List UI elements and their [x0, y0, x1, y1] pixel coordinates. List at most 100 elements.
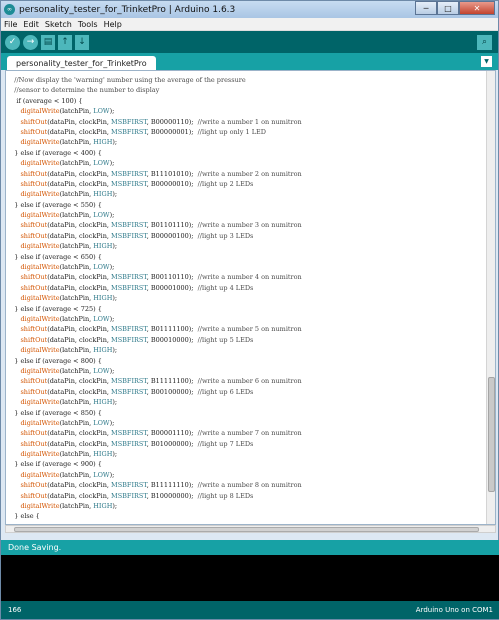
- code-token: } else if (average < 400) {: [6, 148, 102, 157]
- minimize-button[interactable]: ─: [415, 1, 437, 15]
- code-line[interactable]: digitalWrite(latchPin, HIGH);: [6, 293, 485, 303]
- code-line[interactable]: } else if (average < 800) {: [6, 356, 485, 366]
- code-line[interactable]: shiftOut(dataPin, clockPin, MSBFIRST, B0…: [6, 231, 485, 241]
- code-editor[interactable]: //Now display the 'warning' number using…: [5, 70, 496, 525]
- save-sketch-button[interactable]: ↓: [75, 34, 89, 50]
- code-line[interactable]: digitalWrite(latchPin, LOW);: [6, 210, 485, 220]
- code-line[interactable]: } else if (average < 400) {: [6, 148, 485, 158]
- code-token: , B11111110);: [146, 481, 198, 490]
- arduino-ide-window: ∞ personality_tester_for_TrinketPro | Ar…: [0, 0, 499, 620]
- horizontal-scrollbar[interactable]: [5, 525, 496, 533]
- code-line[interactable]: } else if (average < 900) {: [6, 459, 485, 469]
- code-line[interactable]: shiftOut(dataPin, clockPin, MSBFIRST, B1…: [6, 169, 485, 179]
- code-line[interactable]: digitalWrite(latchPin, LOW);: [6, 366, 485, 376]
- code-token: (dataPin, clockPin,: [47, 127, 112, 136]
- code-token: (dataPin, clockPin,: [47, 231, 112, 240]
- code-token: } else {: [6, 512, 40, 521]
- code-line[interactable]: shiftOut(dataPin, clockPin, MSBFIRST, B0…: [6, 127, 485, 137]
- code-line[interactable]: shiftOut(dataPin, clockPin, MSBFIRST, B0…: [6, 439, 485, 449]
- code-line[interactable]: shiftOut(dataPin, clockPin, MSBFIRST, B0…: [6, 117, 485, 127]
- code-line[interactable]: digitalWrite(latchPin, LOW);: [6, 158, 485, 168]
- code-line[interactable]: shiftOut(dataPin, clockPin, MSBFIRST, B1…: [6, 376, 485, 386]
- code-line[interactable]: } else {: [6, 511, 485, 521]
- code-line[interactable]: shiftOut(dataPin, clockPin, MSBFIRST, B1…: [6, 491, 485, 501]
- code-line[interactable]: digitalWrite(latchPin, LOW);: [6, 262, 485, 272]
- window-title: personality_tester_for_TrinketPro | Ardu…: [19, 4, 236, 15]
- vertical-scrollbar[interactable]: [486, 71, 495, 524]
- code-token: );: [109, 418, 115, 427]
- code-line[interactable]: shiftOut(dataPin, clockPin, MSBFIRST, B0…: [6, 283, 485, 293]
- code-line[interactable]: } else if (average < 850) {: [6, 408, 485, 418]
- code-line[interactable]: shiftOut(dataPin, clockPin, MSBFIRST, B1…: [6, 480, 485, 490]
- code-token: (dataPin, clockPin,: [47, 179, 112, 188]
- tab-menu-icon[interactable]: ▼: [481, 56, 492, 67]
- code-line[interactable]: } else if (average < 650) {: [6, 252, 485, 262]
- code-line[interactable]: digitalWrite(latchPin, LOW);: [6, 418, 485, 428]
- code-token: digitalWrite: [20, 263, 60, 272]
- vertical-scroll-thumb[interactable]: [488, 377, 495, 492]
- tab-sketch[interactable]: personality_tester_for_TrinketPro: [7, 56, 156, 70]
- code-line[interactable]: if (average < 100) {: [6, 96, 485, 106]
- code-line[interactable]: digitalWrite(latchPin, HIGH);: [6, 137, 485, 147]
- code-token: } else if (average < 550) {: [6, 200, 102, 209]
- code-line[interactable]: shiftOut(dataPin, clockPin, MSBFIRST, B0…: [6, 179, 485, 189]
- code-line[interactable]: digitalWrite(latchPin, LOW);: [6, 314, 485, 324]
- console-output[interactable]: [1, 555, 499, 601]
- code-token: MSBFIRST: [111, 221, 147, 230]
- code-line[interactable]: digitalWrite(latchPin, HIGH);: [6, 397, 485, 407]
- code-token: digitalWrite: [20, 470, 60, 479]
- maximize-button[interactable]: □: [437, 1, 459, 15]
- menu-edit[interactable]: Edit: [23, 20, 39, 29]
- code-token: digitalWrite: [20, 159, 60, 168]
- code-line[interactable]: shiftOut(dataPin, clockPin, MSBFIRST, B0…: [6, 335, 485, 345]
- code-line[interactable]: digitalWrite(latchPin, HIGH);: [6, 241, 485, 251]
- code-line[interactable]: digitalWrite(latchPin, HIGH);: [6, 345, 485, 355]
- code-line[interactable]: digitalWrite(latchPin, HIGH);: [6, 449, 485, 459]
- code-line[interactable]: shiftOut(dataPin, clockPin, MSBFIRST, B0…: [6, 272, 485, 282]
- code-line[interactable]: digitalWrite(latchPin, HIGH);: [6, 501, 485, 511]
- code-token: , B01101110);: [146, 221, 198, 230]
- menu-file[interactable]: File: [4, 20, 17, 29]
- line-number: 166: [8, 606, 22, 614]
- code-token: , B00010000);: [146, 335, 198, 344]
- new-sketch-button[interactable]: ▤: [41, 34, 55, 50]
- horizontal-scroll-thumb[interactable]: [14, 527, 479, 532]
- code-line[interactable]: //Now display the 'warning' number using…: [6, 75, 485, 85]
- code-line[interactable]: } else if (average < 550) {: [6, 200, 485, 210]
- code-text[interactable]: //Now display the 'warning' number using…: [6, 75, 485, 524]
- code-token: shiftOut: [20, 429, 48, 438]
- code-token: HIGH: [93, 294, 113, 303]
- code-line[interactable]: shiftOut(dataPin, clockPin, MSBFIRST, B0…: [6, 324, 485, 334]
- code-token: //light up 4 LEDs: [197, 283, 254, 292]
- code-line[interactable]: } else if (average < 725) {: [6, 304, 485, 314]
- code-token: shiftOut: [20, 127, 48, 136]
- code-line[interactable]: digitalWrite(latchPin, LOW);: [6, 470, 485, 480]
- code-line[interactable]: digitalWrite(latchPin, HIGH);: [6, 189, 485, 199]
- code-token: (latchPin,: [59, 211, 94, 220]
- code-line[interactable]: digitalWrite(latchPin, LOW);: [6, 106, 485, 116]
- open-sketch-button[interactable]: ↑: [58, 34, 72, 50]
- code-token: (dataPin, clockPin,: [47, 221, 112, 230]
- menu-help[interactable]: Help: [104, 20, 122, 29]
- serial-monitor-button[interactable]: ⌕: [477, 34, 492, 50]
- code-line[interactable]: shiftOut(dataPin, clockPin, MSBFIRST, B0…: [6, 387, 485, 397]
- code-line[interactable]: shiftOut(dataPin, clockPin, MSBFIRST, B0…: [6, 428, 485, 438]
- code-token: digitalWrite: [20, 138, 60, 147]
- upload-button[interactable]: →: [23, 34, 38, 50]
- code-token: , B00000001);: [146, 127, 198, 136]
- close-button[interactable]: ✕: [459, 1, 495, 15]
- code-token: //light up 7 LEDs: [197, 439, 254, 448]
- code-line[interactable]: //sensor to determine the number to disp…: [6, 85, 485, 95]
- code-token: shiftOut: [20, 439, 48, 448]
- verify-button[interactable]: ✓: [5, 34, 20, 50]
- code-line[interactable]: shiftOut(dataPin, clockPin, MSBFIRST, B0…: [6, 220, 485, 230]
- menu-tools[interactable]: Tools: [78, 20, 98, 29]
- menu-sketch[interactable]: Sketch: [45, 20, 72, 29]
